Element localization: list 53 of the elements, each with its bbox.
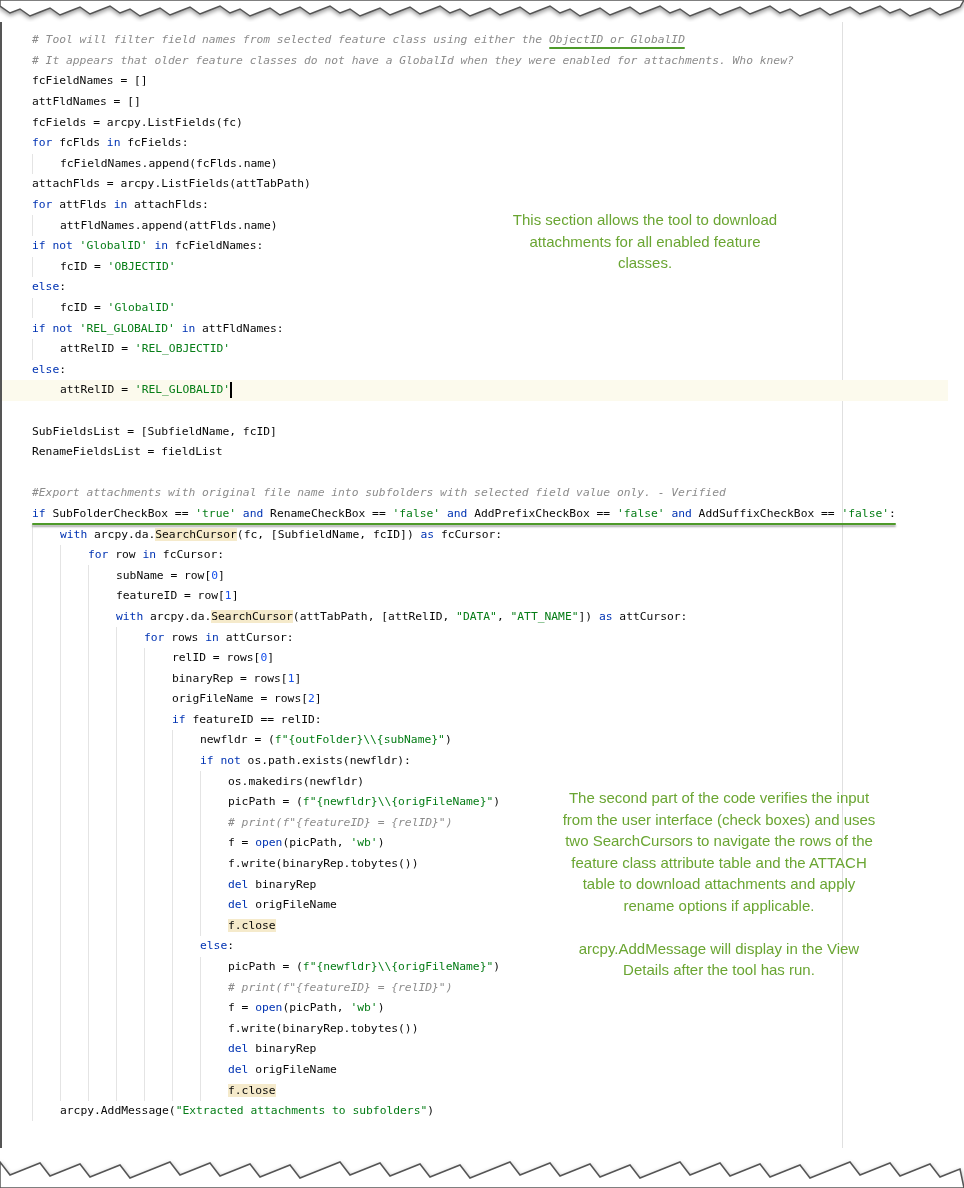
code-line: f = open(picPath, 'wb'): [228, 1000, 385, 1017]
code-line: arcpy.AddMessage("Extracted attachments to subfolders"): [60, 1103, 435, 1120]
code-line: # Tool will filter field names from selected feature class using either the ObjectID or GlobalID: [32, 32, 685, 49]
code-line: del origFileName: [228, 1062, 337, 1078]
code-line: SubFieldsList = [SubfieldName, fcID]: [32, 423, 277, 440]
code-line: os.makedirs(newfldr): [228, 773, 365, 790]
code-line: fcID = 'GlobalID': [60, 300, 176, 316]
code-line: newfldr = (f"{outFolder}\\{subName}"): [200, 732, 452, 749]
code-line: featureID = row[1]: [116, 588, 239, 605]
code-line: picPath = (f"{newfldr}\\{origFileName}"): [228, 959, 501, 975]
annotation-text: The second part of the code verifies the input from the user interface (check boxes) and uses two SearchCursors to navigate the rows of the feature class attribute table and the ATTACH table to download attachments and apply rename options if applicable.: [561, 788, 877, 916]
code-line: # It appears that older feature classes do not have a GlobalId when they were enabled for attachments. Who knew?: [32, 52, 794, 69]
annotation-text: This section allows the tool to download attachments for all enabled feature classes.: [511, 210, 779, 274]
code-line: else:: [32, 361, 67, 378]
code-line: for attFlds in attachFlds:: [32, 197, 209, 214]
annotation-text: arcpy.AddMessage will display in the View Details after the tool has run.: [577, 938, 861, 981]
code-line: subName = row[0]: [116, 567, 225, 584]
code-line: fcFieldNames.append(fcFlds.name): [60, 155, 278, 172]
code-line: else:: [200, 938, 235, 955]
code-line: attFldNames = []: [32, 94, 141, 111]
code-line: if SubFolderCheckBox == 'true' and RenameCheckBox == 'false' and AddPrefixCheckBox == 'false' and AddSuffixCheckBox == 'false':: [32, 505, 896, 522]
code-line: binaryRep = rows[1]: [172, 670, 302, 687]
code-line: for row in fcCursor:: [88, 547, 225, 564]
code-line: f.write(binaryRep.tobytes()): [228, 1020, 419, 1037]
code-line: with arcpy.da.SearchCursor(fc, [SubfieldName, fcID]) as fcCursor:: [60, 526, 503, 543]
code-line: if not 'REL_GLOBALID' in attFldNames:: [32, 320, 284, 337]
code-line: if not os.path.exists(newfldr):: [200, 753, 411, 770]
code-line: f = open(picPath, 'wb'): [228, 835, 385, 852]
code-line: picPath = (f"{newfldr}\\{origFileName}"): [228, 794, 501, 811]
code-line: # print(f"{featureID} = {relID}"): [228, 979, 453, 996]
code-line: else:: [32, 279, 67, 296]
code-line: for rows in attCursor:: [144, 629, 294, 646]
code-line: with arcpy.da.SearchCursor(attTabPath, [attRelID, "DATA", "ATT_NAME"]) as attCursor:: [116, 608, 688, 625]
code-line: #Export attachments with original file name into subfolders with selected field value only. - Verified: [32, 485, 726, 502]
code-line: # print(f"{featureID} = {relID}"): [228, 814, 453, 831]
code-line: attFldNames.append(attFlds.name): [60, 217, 278, 234]
code-line: del binaryRep: [228, 1041, 317, 1058]
code-line: fcFields = arcpy.ListFields(fc): [32, 114, 243, 131]
code-line: for fcFlds in fcFields:: [32, 135, 189, 152]
code-line: if not 'GlobalID' in fcFieldNames:: [32, 238, 264, 255]
code-line: attachFlds = arcpy.ListFields(attTabPath): [32, 176, 311, 193]
code-line: del binaryRep: [228, 876, 317, 893]
code-line: if featureID == relID:: [172, 711, 322, 728]
code-line: attRelID = 'REL_GLOBALID': [60, 382, 231, 399]
code-line: origFileName = rows[2]: [172, 691, 322, 708]
code-line: relID = rows[0]: [172, 650, 275, 667]
code-line: del origFileName: [228, 897, 337, 914]
code-line: RenameFieldsList = fieldList: [32, 444, 223, 461]
code-line: attRelID = 'REL_OBJECTID': [60, 341, 231, 358]
code-line: fcFieldNames = []: [32, 73, 148, 90]
code-line: fcID = 'OBJECTID': [60, 258, 176, 275]
code-line: f.write(binaryRep.tobytes()): [228, 856, 419, 873]
text-cursor: [230, 382, 233, 399]
